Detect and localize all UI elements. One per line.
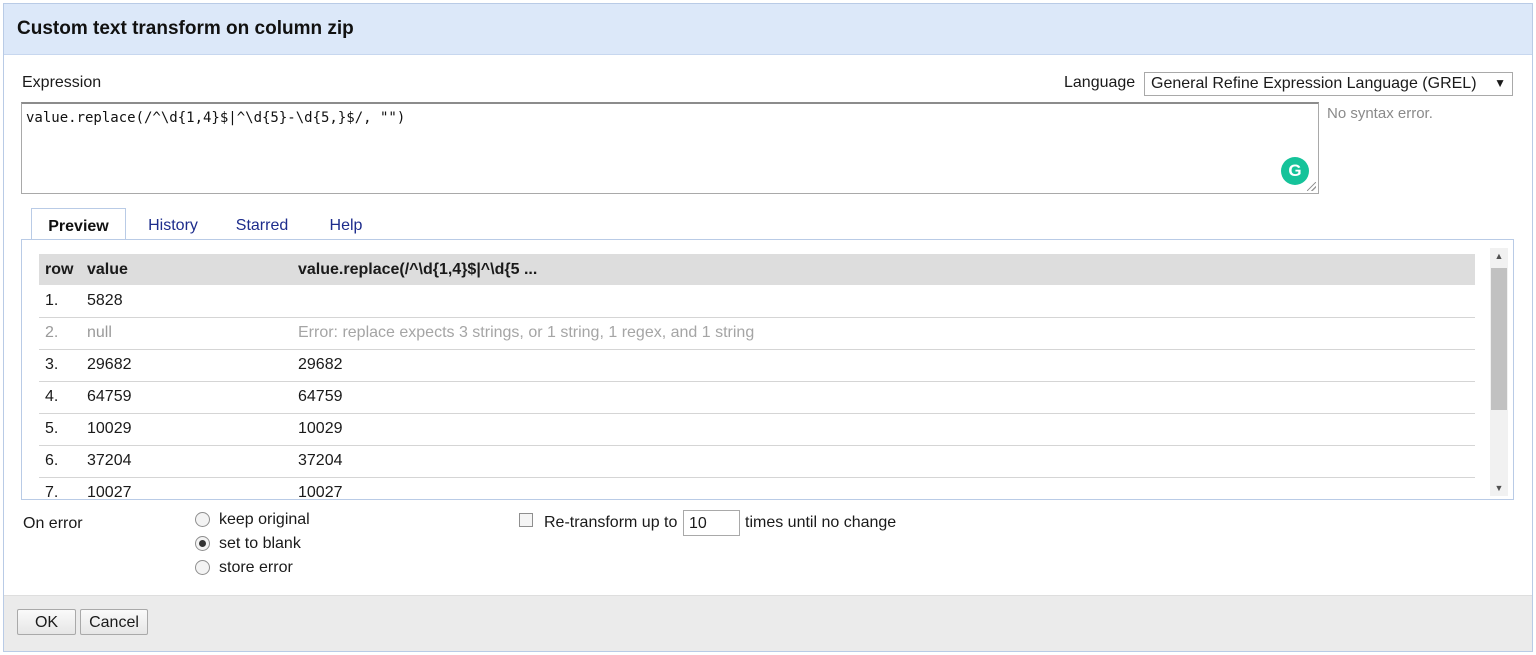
row-value: 29682 <box>81 349 292 382</box>
ok-button[interactable]: OK <box>17 609 76 635</box>
scroll-up-arrow-icon[interactable]: ▲ <box>1490 248 1508 264</box>
row-result: 64759 <box>292 381 1475 414</box>
retransform-label: Re-transform up to <box>544 514 678 531</box>
on-error-label: On error <box>23 515 83 532</box>
column-header-expression: value.replace(/^\d{1,4}$|^\d{5 ... <box>292 254 1475 285</box>
row-result <box>292 285 1475 318</box>
row-value: 10029 <box>81 413 292 446</box>
row-result-error: Error: replace expects 3 strings, or 1 s… <box>292 317 1475 350</box>
row-number: 4. <box>39 381 81 414</box>
expression-text: value.replace(/^\d{1,4}$|^\d{5}-\d{5,}$/… <box>26 110 406 126</box>
column-header-row: row <box>39 254 81 285</box>
cancel-button[interactable]: Cancel <box>80 609 148 635</box>
preview-table: row value value.replace(/^\d{1,4}$|^\d{5… <box>39 254 1475 499</box>
radio-label: store error <box>219 559 293 576</box>
dialog-header: Custom text transform on column zip <box>4 4 1532 55</box>
retransform-times-input[interactable]: 10 <box>683 510 740 536</box>
row-value: 10027 <box>81 477 292 499</box>
row-result: 29682 <box>292 349 1475 382</box>
resize-grip-icon[interactable] <box>1307 182 1316 191</box>
preview-scrollbar[interactable]: ▲ ▼ <box>1490 248 1508 496</box>
retransform-checkbox[interactable] <box>519 513 533 527</box>
row-number: 6. <box>39 445 81 478</box>
row-number: 7. <box>39 477 81 499</box>
table-row: 3. 29682 29682 <box>39 349 1475 382</box>
row-number: 2. <box>39 317 81 350</box>
table-row: 5. 10029 10029 <box>39 413 1475 446</box>
language-label: Language <box>1064 74 1136 91</box>
radio-button-checked[interactable] <box>195 536 210 551</box>
row-number: 3. <box>39 349 81 382</box>
tab-help[interactable]: Help <box>321 208 371 240</box>
radio-button[interactable] <box>195 560 210 575</box>
language-selected-value: General Refine Expression Language (GREL… <box>1151 75 1477 92</box>
language-select[interactable]: General Refine Expression Language (GREL… <box>1144 72 1513 96</box>
radio-label: keep original <box>219 511 310 528</box>
expression-label: Expression <box>22 74 102 91</box>
table-row: 7. 10027 10027 <box>39 477 1475 499</box>
scroll-down-arrow-icon[interactable]: ▼ <box>1490 480 1508 496</box>
retransform-suffix-label: times until no change <box>745 514 897 531</box>
scroll-thumb[interactable] <box>1491 268 1507 410</box>
radio-button[interactable] <box>195 512 210 527</box>
row-value: null <box>81 317 292 350</box>
syntax-status: No syntax error. <box>1327 105 1433 122</box>
tab-preview[interactable]: Preview <box>31 208 126 240</box>
expression-textarea[interactable]: value.replace(/^\d{1,4}$|^\d{5}-\d{5,}$/… <box>21 102 1319 194</box>
custom-text-transform-dialog: Custom text transform on column zip Expr… <box>3 3 1533 652</box>
column-header-value: value <box>81 254 292 285</box>
dropdown-arrow-icon: ▼ <box>1494 76 1506 90</box>
grammarly-icon[interactable]: G <box>1281 157 1309 185</box>
row-result: 10029 <box>292 413 1475 446</box>
table-row: 4. 64759 64759 <box>39 381 1475 414</box>
tab-history[interactable]: History <box>139 208 207 240</box>
row-result: 10027 <box>292 477 1475 499</box>
table-row: 2. null Error: replace expects 3 strings… <box>39 317 1475 350</box>
row-number: 5. <box>39 413 81 446</box>
tab-starred[interactable]: Starred <box>228 208 296 240</box>
preview-panel: row value value.replace(/^\d{1,4}$|^\d{5… <box>21 239 1514 500</box>
row-value: 5828 <box>81 285 292 318</box>
radio-label: set to blank <box>219 535 301 552</box>
dialog-footer: OK Cancel <box>4 595 1532 651</box>
row-result: 37204 <box>292 445 1475 478</box>
row-value: 64759 <box>81 381 292 414</box>
preview-header-row: row value value.replace(/^\d{1,4}$|^\d{5… <box>39 254 1475 285</box>
table-row: 1. 5828 <box>39 285 1475 318</box>
row-value: 37204 <box>81 445 292 478</box>
row-number: 1. <box>39 285 81 318</box>
table-row: 6. 37204 37204 <box>39 445 1475 478</box>
dialog-title: Custom text transform on column zip <box>17 18 354 39</box>
